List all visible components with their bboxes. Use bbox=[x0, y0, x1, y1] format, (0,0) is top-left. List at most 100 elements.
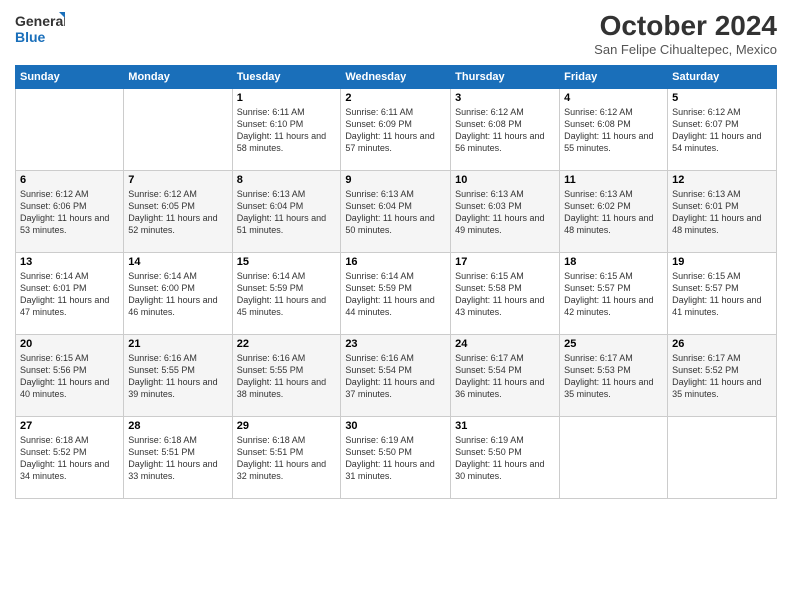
calendar-cell: 13 Sunrise: 6:14 AM Sunset: 6:01 PM Dayl… bbox=[16, 253, 124, 335]
sunset-label: Sunset: 6:04 PM bbox=[237, 201, 304, 211]
sunrise-label: Sunrise: 6:17 AM bbox=[564, 353, 633, 363]
sunset-label: Sunset: 6:10 PM bbox=[237, 119, 304, 129]
sunset-label: Sunset: 6:08 PM bbox=[455, 119, 522, 129]
day-number: 21 bbox=[128, 338, 227, 350]
sunset-label: Sunset: 5:51 PM bbox=[237, 447, 304, 457]
day-number: 4 bbox=[564, 92, 663, 104]
daylight-label: Daylight: 11 hours and 40 minutes. bbox=[20, 377, 109, 399]
day-number: 16 bbox=[345, 256, 446, 268]
daylight-label: Daylight: 11 hours and 37 minutes. bbox=[345, 377, 434, 399]
sunset-label: Sunset: 5:57 PM bbox=[564, 283, 631, 293]
day-info: Sunrise: 6:17 AM Sunset: 5:54 PM Dayligh… bbox=[455, 352, 555, 401]
daylight-label: Daylight: 11 hours and 54 minutes. bbox=[672, 131, 761, 153]
day-number: 1 bbox=[237, 92, 337, 104]
svg-text:General: General bbox=[15, 13, 65, 29]
col-header-saturday: Saturday bbox=[668, 66, 777, 89]
sunrise-label: Sunrise: 6:14 AM bbox=[237, 271, 306, 281]
calendar-cell: 15 Sunrise: 6:14 AM Sunset: 5:59 PM Dayl… bbox=[232, 253, 341, 335]
calendar-cell: 31 Sunrise: 6:19 AM Sunset: 5:50 PM Dayl… bbox=[451, 417, 560, 499]
daylight-label: Daylight: 11 hours and 31 minutes. bbox=[345, 459, 434, 481]
sunrise-label: Sunrise: 6:19 AM bbox=[455, 435, 524, 445]
month-title: October 2024 bbox=[594, 10, 777, 42]
calendar-cell: 28 Sunrise: 6:18 AM Sunset: 5:51 PM Dayl… bbox=[124, 417, 232, 499]
day-info: Sunrise: 6:12 AM Sunset: 6:08 PM Dayligh… bbox=[455, 106, 555, 155]
daylight-label: Daylight: 11 hours and 32 minutes. bbox=[237, 459, 326, 481]
day-number: 2 bbox=[345, 92, 446, 104]
day-number: 11 bbox=[564, 174, 663, 186]
day-number: 23 bbox=[345, 338, 446, 350]
day-info: Sunrise: 6:12 AM Sunset: 6:08 PM Dayligh… bbox=[564, 106, 663, 155]
day-info: Sunrise: 6:15 AM Sunset: 5:57 PM Dayligh… bbox=[564, 270, 663, 319]
logo-svg: General Blue bbox=[15, 10, 65, 48]
calendar-cell: 7 Sunrise: 6:12 AM Sunset: 6:05 PM Dayli… bbox=[124, 171, 232, 253]
daylight-label: Daylight: 11 hours and 46 minutes. bbox=[128, 295, 217, 317]
day-info: Sunrise: 6:14 AM Sunset: 6:01 PM Dayligh… bbox=[20, 270, 119, 319]
calendar-cell: 16 Sunrise: 6:14 AM Sunset: 5:59 PM Dayl… bbox=[341, 253, 451, 335]
day-info: Sunrise: 6:13 AM Sunset: 6:03 PM Dayligh… bbox=[455, 188, 555, 237]
day-number: 31 bbox=[455, 420, 555, 432]
calendar-cell: 19 Sunrise: 6:15 AM Sunset: 5:57 PM Dayl… bbox=[668, 253, 777, 335]
sunset-label: Sunset: 5:55 PM bbox=[128, 365, 195, 375]
calendar-cell: 6 Sunrise: 6:12 AM Sunset: 6:06 PM Dayli… bbox=[16, 171, 124, 253]
sunset-label: Sunset: 5:51 PM bbox=[128, 447, 195, 457]
sunset-label: Sunset: 6:00 PM bbox=[128, 283, 195, 293]
sunrise-label: Sunrise: 6:18 AM bbox=[237, 435, 306, 445]
sunrise-label: Sunrise: 6:14 AM bbox=[20, 271, 89, 281]
day-number: 12 bbox=[672, 174, 772, 186]
daylight-label: Daylight: 11 hours and 35 minutes. bbox=[672, 377, 761, 399]
sunset-label: Sunset: 5:54 PM bbox=[345, 365, 412, 375]
sunrise-label: Sunrise: 6:13 AM bbox=[455, 189, 524, 199]
sunset-label: Sunset: 5:54 PM bbox=[455, 365, 522, 375]
day-number: 29 bbox=[237, 420, 337, 432]
day-info: Sunrise: 6:15 AM Sunset: 5:57 PM Dayligh… bbox=[672, 270, 772, 319]
day-number: 19 bbox=[672, 256, 772, 268]
sunrise-label: Sunrise: 6:15 AM bbox=[672, 271, 741, 281]
daylight-label: Daylight: 11 hours and 55 minutes. bbox=[564, 131, 653, 153]
sunset-label: Sunset: 5:55 PM bbox=[237, 365, 304, 375]
daylight-label: Daylight: 11 hours and 43 minutes. bbox=[455, 295, 544, 317]
sunrise-label: Sunrise: 6:13 AM bbox=[672, 189, 741, 199]
col-header-friday: Friday bbox=[560, 66, 668, 89]
sunrise-label: Sunrise: 6:13 AM bbox=[237, 189, 306, 199]
calendar-cell: 24 Sunrise: 6:17 AM Sunset: 5:54 PM Dayl… bbox=[451, 335, 560, 417]
title-area: October 2024 San Felipe Cihualtepec, Mex… bbox=[594, 10, 777, 57]
sunset-label: Sunset: 5:52 PM bbox=[20, 447, 87, 457]
daylight-label: Daylight: 11 hours and 47 minutes. bbox=[20, 295, 109, 317]
calendar-cell: 1 Sunrise: 6:11 AM Sunset: 6:10 PM Dayli… bbox=[232, 89, 341, 171]
sunset-label: Sunset: 6:06 PM bbox=[20, 201, 87, 211]
daylight-label: Daylight: 11 hours and 48 minutes. bbox=[564, 213, 653, 235]
daylight-label: Daylight: 11 hours and 34 minutes. bbox=[20, 459, 109, 481]
calendar-cell: 30 Sunrise: 6:19 AM Sunset: 5:50 PM Dayl… bbox=[341, 417, 451, 499]
calendar-cell bbox=[124, 89, 232, 171]
calendar-cell bbox=[560, 417, 668, 499]
calendar-cell: 26 Sunrise: 6:17 AM Sunset: 5:52 PM Dayl… bbox=[668, 335, 777, 417]
calendar-cell: 3 Sunrise: 6:12 AM Sunset: 6:08 PM Dayli… bbox=[451, 89, 560, 171]
day-number: 9 bbox=[345, 174, 446, 186]
sunrise-label: Sunrise: 6:16 AM bbox=[345, 353, 414, 363]
calendar-cell: 8 Sunrise: 6:13 AM Sunset: 6:04 PM Dayli… bbox=[232, 171, 341, 253]
day-info: Sunrise: 6:18 AM Sunset: 5:52 PM Dayligh… bbox=[20, 434, 119, 483]
day-info: Sunrise: 6:16 AM Sunset: 5:54 PM Dayligh… bbox=[345, 352, 446, 401]
day-info: Sunrise: 6:14 AM Sunset: 5:59 PM Dayligh… bbox=[237, 270, 337, 319]
day-number: 25 bbox=[564, 338, 663, 350]
day-number: 10 bbox=[455, 174, 555, 186]
daylight-label: Daylight: 11 hours and 38 minutes. bbox=[237, 377, 326, 399]
daylight-label: Daylight: 11 hours and 48 minutes. bbox=[672, 213, 761, 235]
day-info: Sunrise: 6:12 AM Sunset: 6:05 PM Dayligh… bbox=[128, 188, 227, 237]
sunrise-label: Sunrise: 6:14 AM bbox=[345, 271, 414, 281]
daylight-label: Daylight: 11 hours and 44 minutes. bbox=[345, 295, 434, 317]
calendar-cell: 12 Sunrise: 6:13 AM Sunset: 6:01 PM Dayl… bbox=[668, 171, 777, 253]
col-header-monday: Monday bbox=[124, 66, 232, 89]
sunset-label: Sunset: 5:58 PM bbox=[455, 283, 522, 293]
sunset-label: Sunset: 5:50 PM bbox=[345, 447, 412, 457]
daylight-label: Daylight: 11 hours and 39 minutes. bbox=[128, 377, 217, 399]
sunrise-label: Sunrise: 6:12 AM bbox=[672, 107, 741, 117]
page: General Blue October 2024 San Felipe Cih… bbox=[0, 0, 792, 612]
day-number: 22 bbox=[237, 338, 337, 350]
day-info: Sunrise: 6:19 AM Sunset: 5:50 PM Dayligh… bbox=[455, 434, 555, 483]
col-header-thursday: Thursday bbox=[451, 66, 560, 89]
calendar-cell bbox=[668, 417, 777, 499]
daylight-label: Daylight: 11 hours and 51 minutes. bbox=[237, 213, 326, 235]
day-info: Sunrise: 6:16 AM Sunset: 5:55 PM Dayligh… bbox=[237, 352, 337, 401]
day-number: 28 bbox=[128, 420, 227, 432]
